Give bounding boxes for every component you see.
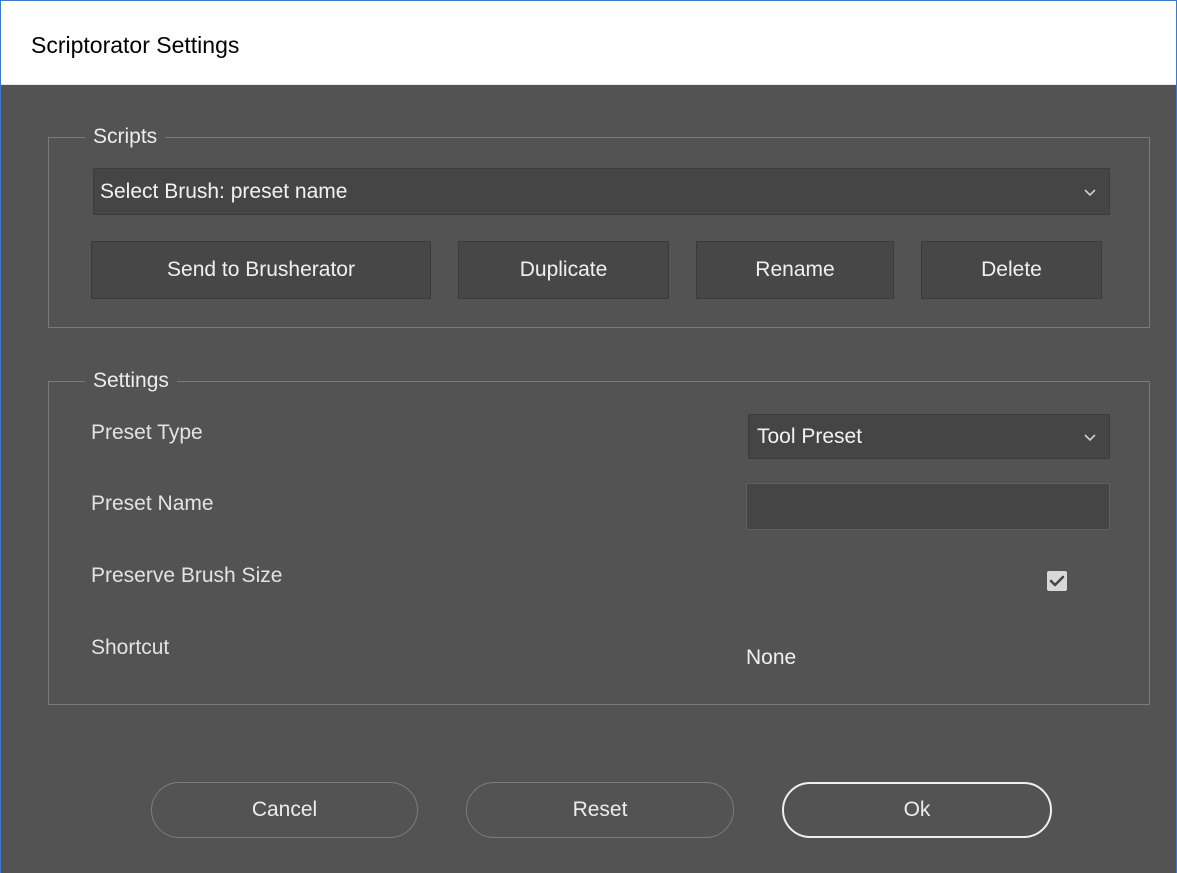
shortcut-value[interactable]: None [746, 646, 796, 670]
script-select-value: Select Brush: preset name [100, 179, 348, 203]
preset-type-select[interactable]: Tool Preset [748, 414, 1110, 459]
cancel-button[interactable]: Cancel [151, 782, 418, 838]
settings-group: Settings Preset Type Tool Preset Preset … [48, 366, 1150, 705]
shortcut-label: Shortcut [91, 636, 170, 659]
delete-button[interactable]: Delete [921, 241, 1102, 299]
preset-name-label: Preset Name [91, 492, 214, 515]
scripts-group-legend: Scripts [85, 122, 166, 152]
script-select[interactable]: Select Brush: preset name [93, 168, 1110, 215]
send-to-brusherator-button[interactable]: Send to Brusherator [91, 241, 431, 299]
ok-button[interactable]: Ok [782, 782, 1052, 838]
duplicate-button[interactable]: Duplicate [458, 241, 669, 299]
preserve-brush-size-checkbox[interactable] [1047, 571, 1067, 591]
window-title: Scriptorator Settings [31, 32, 240, 58]
dialog-window: Scriptorator Settings Scripts Select Bru… [0, 0, 1177, 873]
preset-type-label: Preset Type [91, 421, 203, 444]
title-bar[interactable]: Scriptorator Settings [1, 1, 1176, 85]
reset-button[interactable]: Reset [466, 782, 734, 838]
rename-button[interactable]: Rename [696, 241, 894, 299]
preset-name-input[interactable] [746, 483, 1110, 530]
scripts-group: Scripts Select Brush: preset name Send t… [48, 122, 1150, 328]
preset-type-value: Tool Preset [757, 424, 863, 448]
settings-group-legend: Settings [85, 366, 177, 396]
chevron-down-icon [1084, 433, 1096, 441]
chevron-down-icon [1084, 188, 1096, 196]
check-icon [1049, 575, 1065, 587]
preserve-brush-size-label: Preserve Brush Size [91, 564, 283, 587]
